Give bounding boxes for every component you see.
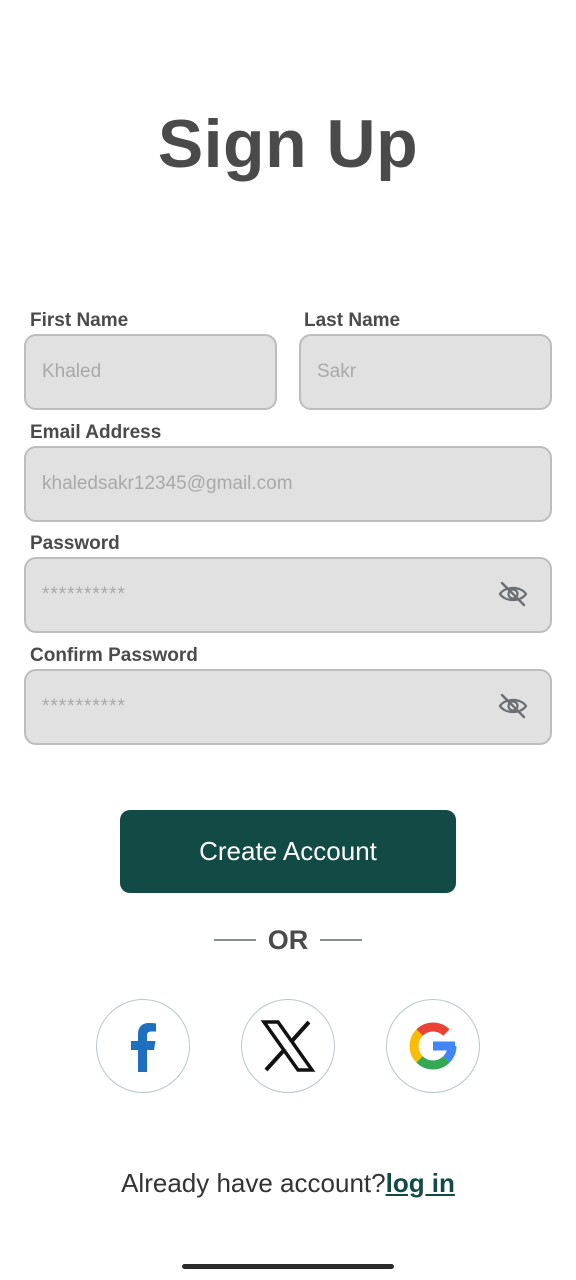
login-prompt-row: Already have account?log in <box>0 1168 576 1199</box>
email-value: khaledsakr12345@gmail.com <box>42 473 293 494</box>
last-name-label: Last Name <box>304 310 401 331</box>
page-title: Sign Up <box>157 106 419 182</box>
confirm-password-value: ********** <box>42 696 126 717</box>
confirm-password-visibility-toggle[interactable] <box>496 691 530 721</box>
email-field[interactable]: khaledsakr12345@gmail.com <box>24 446 552 522</box>
facebook-login-button[interactable] <box>96 999 190 1093</box>
google-icon <box>409 1022 457 1070</box>
sign-up-screen: Sign Up First Name Khaled Last Name Sakr… <box>0 0 576 1280</box>
confirm-password-field[interactable]: ********** <box>24 669 552 745</box>
home-indicator[interactable] <box>182 1264 394 1269</box>
last-name-value: Sakr <box>317 361 357 382</box>
x-icon <box>260 1020 316 1072</box>
google-login-button[interactable] <box>386 999 480 1093</box>
password-field[interactable]: ********** <box>24 557 552 633</box>
or-text: OR <box>267 924 309 955</box>
password-value: ********** <box>42 584 126 605</box>
create-account-button[interactable]: Create Account <box>120 810 456 893</box>
x-login-button[interactable] <box>241 999 335 1093</box>
facebook-icon <box>131 1023 156 1072</box>
divider-line-left <box>213 939 256 941</box>
divider-line-right <box>320 939 363 941</box>
login-link[interactable]: log in <box>386 1168 455 1198</box>
first-name-label: First Name <box>30 310 129 331</box>
first-name-value: Khaled <box>42 361 102 382</box>
confirm-password-label: Confirm Password <box>30 645 198 666</box>
or-divider: OR <box>0 920 576 960</box>
eye-off-icon <box>498 693 528 719</box>
last-name-field[interactable]: Sakr <box>299 334 552 410</box>
email-label: Email Address <box>30 422 162 443</box>
password-visibility-toggle[interactable] <box>496 579 530 609</box>
login-prompt-text: Already have account? <box>121 1168 386 1198</box>
password-label: Password <box>30 533 120 554</box>
eye-off-icon <box>498 581 528 607</box>
first-name-field[interactable]: Khaled <box>24 334 277 410</box>
